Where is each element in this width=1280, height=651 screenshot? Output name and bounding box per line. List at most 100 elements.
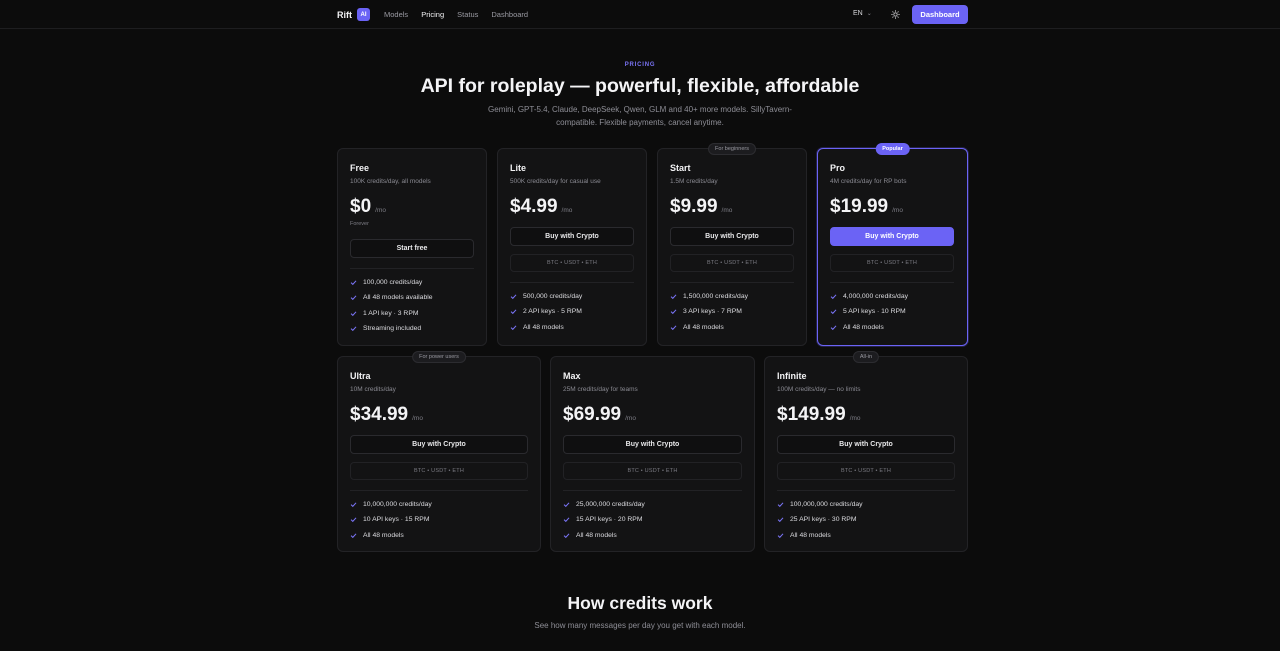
top-nav: Rift AI Models Pricing Status Dashboard …: [0, 0, 1280, 29]
plan-name: Ultra: [350, 371, 371, 381]
check-icon: [777, 516, 784, 523]
feature-item: 1 API key · 3 RPM: [350, 306, 433, 321]
feature-item: All 48 models: [830, 320, 908, 335]
buy-with-crypto-button[interactable]: Buy with Crypto: [777, 435, 955, 454]
price-amount: $34.99: [350, 404, 409, 425]
feature-item: All 48 models available: [350, 290, 433, 305]
language-selector[interactable]: EN ⌄: [853, 10, 872, 17]
feature-item: 25 API keys · 30 RPM: [777, 512, 863, 527]
start-free-button[interactable]: Start free: [350, 239, 474, 258]
feature-text: 100,000,000 credits/day: [790, 501, 863, 509]
feature-list: 500,000 credits/day 2 API keys · 5 RPM A…: [510, 289, 582, 335]
nav-link-pricing[interactable]: Pricing: [421, 10, 444, 19]
brand-logo[interactable]: Rift AI: [337, 8, 370, 21]
plan-note: Forever: [350, 221, 369, 227]
feature-text: 5 API keys · 10 RPM: [843, 308, 906, 316]
feature-list: 10,000,000 credits/day 10 API keys · 15 …: [350, 497, 432, 543]
plan-price: $19.99/mo: [830, 196, 903, 218]
chevron-down-icon: ⌄: [866, 11, 872, 17]
feature-list: 100,000,000 credits/day 25 API keys · 30…: [777, 497, 863, 543]
plan-price: $69.99/mo: [563, 404, 636, 426]
plan-name: Pro: [830, 163, 846, 173]
price-period: /mo: [849, 415, 861, 422]
plan-price: $34.99/mo: [350, 404, 423, 426]
plan-tagline: 10M credits/day: [350, 386, 396, 393]
nav-link-models[interactable]: Models: [384, 10, 408, 19]
feature-text: 100,000 credits/day: [363, 279, 423, 287]
popular-badge: Popular: [875, 143, 910, 155]
feature-item: All 48 models: [563, 528, 645, 543]
feature-item: All 48 models: [350, 528, 432, 543]
plan-card-pro: Popular Pro 4M credits/day for RP bots $…: [817, 143, 968, 346]
price-period: /mo: [721, 207, 733, 214]
divider: [510, 282, 634, 283]
sun-icon[interactable]: [889, 8, 901, 20]
plan-price: $9.99/mo: [670, 196, 732, 218]
divider: [777, 490, 955, 491]
check-icon: [350, 325, 357, 332]
feature-text: 1,500,000 credits/day: [683, 293, 748, 301]
plan-tagline: 1.5M credits/day: [670, 178, 718, 185]
plan-card-max: Max 25M credits/day for teams $69.99/mo …: [550, 356, 755, 552]
feature-item: 4,000,000 credits/day: [830, 289, 908, 304]
plan-tagline: 25M credits/day for teams: [563, 386, 638, 393]
plan-card-lite: Lite 500K credits/day for casual use $4.…: [497, 148, 647, 346]
check-icon: [350, 501, 357, 508]
nav-link-dashboard[interactable]: Dashboard: [491, 10, 528, 19]
feature-text: 4,000,000 credits/day: [843, 293, 908, 301]
feature-text: 10,000,000 credits/day: [363, 501, 432, 509]
feature-text: All 48 models: [576, 531, 617, 539]
plan-tagline: 500K credits/day for casual use: [510, 178, 601, 185]
check-icon: [563, 501, 570, 508]
feature-list: 25,000,000 credits/day 15 API keys · 20 …: [563, 497, 645, 543]
plan-tagline: 100M credits/day — no limits: [777, 386, 861, 393]
feature-text: 10 API keys · 15 RPM: [363, 516, 430, 524]
check-icon: [510, 293, 517, 300]
price-period: /mo: [561, 207, 573, 214]
buy-with-crypto-button[interactable]: Buy with Crypto: [350, 435, 528, 454]
price-amount: $9.99: [670, 196, 718, 217]
buy-with-crypto-button[interactable]: Buy with Crypto: [670, 227, 794, 246]
check-icon: [563, 532, 570, 539]
plan-price: $4.99/mo: [510, 196, 572, 218]
plan-badge: For beginners: [708, 143, 756, 155]
divider: [563, 490, 742, 491]
section-title: How credits work: [567, 593, 713, 613]
feature-item: Streaming included: [350, 321, 433, 336]
payment-methods: BTC • USDT • ETH: [670, 254, 794, 272]
dashboard-button[interactable]: Dashboard: [912, 5, 968, 24]
feature-item: All 48 models: [777, 528, 863, 543]
check-icon: [350, 294, 357, 301]
divider: [670, 282, 794, 283]
plan-tagline: 4M credits/day for RP bots: [830, 178, 907, 185]
plan-name: Free: [350, 163, 370, 173]
payment-methods: BTC • USDT • ETH: [777, 462, 955, 480]
feature-item: 10 API keys · 15 RPM: [350, 512, 432, 527]
plan-badge: For power users: [412, 351, 466, 363]
buy-with-crypto-button[interactable]: Buy with Crypto: [510, 227, 634, 246]
buy-with-crypto-button[interactable]: Buy with Crypto: [830, 227, 954, 246]
feature-item: 3 API keys · 7 RPM: [670, 304, 748, 319]
plan-tagline: 100K credits/day, all models: [350, 178, 431, 185]
plan-card-infinite: All-in Infinite 100M credits/day — no li…: [764, 351, 968, 552]
price-period: /mo: [625, 415, 636, 422]
feature-list: 1,500,000 credits/day 3 API keys · 7 RPM…: [670, 289, 748, 335]
feature-item: All 48 models: [670, 320, 748, 335]
price-amount: $149.99: [777, 404, 846, 425]
feature-item: 1,500,000 credits/day: [670, 289, 748, 304]
page-title: API for roleplay — powerful, flexible, a…: [420, 75, 860, 97]
check-icon: [777, 532, 784, 539]
brand-name: Rift: [337, 9, 352, 20]
feature-text: 25 API keys · 30 RPM: [790, 516, 857, 524]
price-period: /mo: [375, 207, 386, 214]
buy-with-crypto-button[interactable]: Buy with Crypto: [563, 435, 742, 454]
nav-link-status[interactable]: Status: [457, 10, 478, 19]
check-icon: [350, 532, 357, 539]
feature-text: Streaming included: [363, 325, 422, 333]
feature-text: 2 API keys · 5 RPM: [523, 308, 582, 316]
check-icon: [830, 324, 837, 331]
feature-text: 1 API key · 3 RPM: [363, 309, 419, 317]
check-icon: [777, 501, 784, 508]
payment-methods: BTC • USDT • ETH: [830, 254, 954, 272]
feature-item: 100,000 credits/day: [350, 275, 433, 290]
